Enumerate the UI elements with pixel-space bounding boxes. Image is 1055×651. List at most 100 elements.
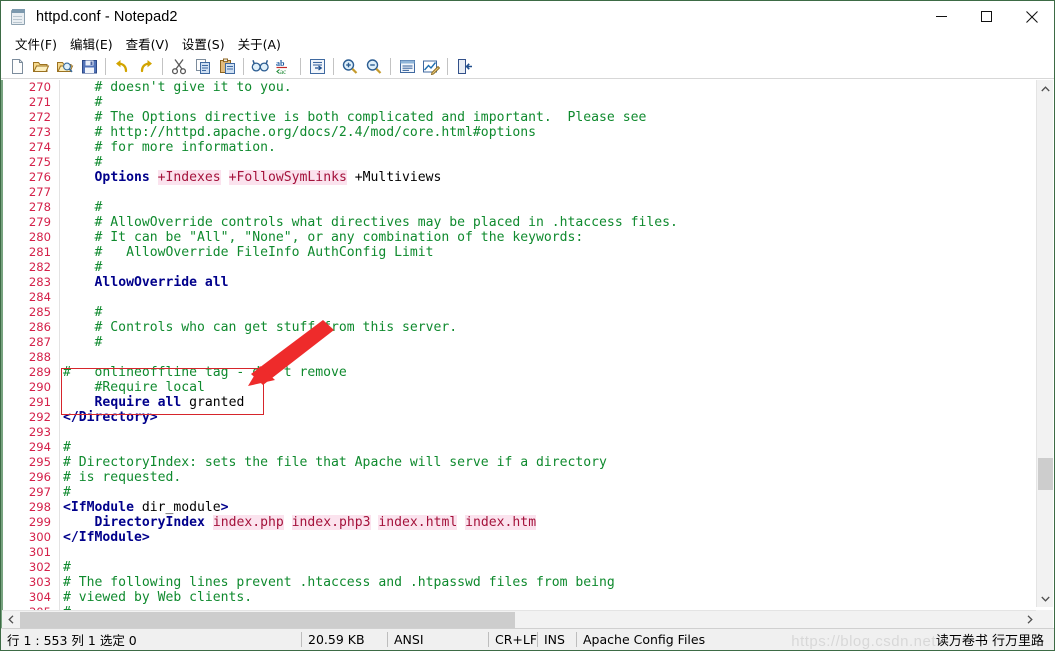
code-token: </IfModule> (63, 530, 150, 545)
menu-edit[interactable]: 编辑(E) (64, 32, 120, 55)
new-file-icon[interactable] (5, 55, 29, 78)
code-line-text[interactable]: # AllowOverride controls what directives… (53, 215, 678, 230)
toolbar-separator (300, 57, 301, 75)
code-line-text[interactable]: # is requested. (53, 470, 678, 485)
paste-icon[interactable] (215, 55, 239, 78)
status-bar: 行 1 : 553 列 1 选定 0 20.59 KB ANSI CR+LF I… (1, 628, 1054, 650)
block-indent-icon[interactable] (305, 55, 329, 78)
code-line-text[interactable]: # (53, 155, 678, 170)
line-number: 294 (28, 440, 51, 454)
zoom-out-icon[interactable] (362, 55, 386, 78)
code-line-text[interactable]: # (53, 560, 678, 575)
svg-text:ac: ac (280, 68, 286, 75)
line-number: 302 (28, 560, 51, 574)
code-line-text[interactable]: # The following lines prevent .htaccess … (53, 575, 678, 590)
code-line-text[interactable]: # The Options directive is both complica… (53, 110, 678, 125)
code-line-text[interactable]: </IfModule> (53, 530, 678, 545)
code-token: # The following lines prevent .htaccess … (63, 575, 615, 590)
code-line-text[interactable]: AllowOverride all (53, 275, 678, 290)
code-line-text[interactable]: </Directory> (53, 410, 678, 425)
code-line: 291 Require all granted (1, 395, 678, 410)
code-line-text[interactable]: # http://httpd.apache.org/docs/2.4/mod/c… (53, 125, 678, 140)
code-line-text[interactable]: # (53, 305, 678, 320)
exit-icon[interactable] (452, 55, 476, 78)
code-line-text[interactable]: Options +Indexes +FollowSymLinks +Multiv… (53, 170, 678, 185)
close-button[interactable] (1009, 1, 1054, 32)
code-line-text[interactable]: # onlineoffline tag - don't remove (53, 365, 678, 380)
scroll-left-icon[interactable] (2, 611, 19, 628)
code-line-text[interactable]: # (53, 95, 678, 110)
status-line-ending[interactable]: CR+LF (489, 629, 537, 651)
line-number: 274 (28, 140, 51, 154)
code-token: index.html (378, 515, 458, 530)
code-line-text[interactable]: # (53, 335, 678, 350)
code-line: 284 (1, 290, 678, 305)
status-encoding[interactable]: ANSI (388, 629, 488, 651)
code-token: </Directory> (63, 410, 158, 425)
code-line-text[interactable]: Require all granted (53, 395, 678, 410)
code-line: 302 # (1, 560, 678, 575)
code-line: 277 (1, 185, 678, 200)
code-line-text[interactable]: # (53, 485, 678, 500)
vertical-scrollbar[interactable] (1036, 80, 1053, 607)
scroll-down-icon[interactable] (1037, 590, 1054, 607)
open-file-icon[interactable] (29, 55, 53, 78)
menu-settings[interactable]: 设置(S) (176, 32, 232, 55)
code-line-text[interactable]: #Require local (53, 380, 678, 395)
code-line-text[interactable]: # viewed by Web clients. (53, 590, 678, 605)
code-line-text[interactable]: # AllowOverride FileInfo AuthConfig Limi… (53, 245, 678, 260)
code-line-text[interactable]: # doesn't give it to you. (53, 80, 678, 95)
code-line-text[interactable]: # for more information. (53, 140, 678, 155)
vertical-scrollbar-thumb[interactable] (1038, 458, 1053, 490)
word-wrap-icon[interactable] (395, 55, 419, 78)
code-line-text[interactable]: <IfModule dir_module> (53, 500, 678, 515)
horizontal-scrollbar[interactable] (2, 610, 1038, 628)
horizontal-scrollbar-thumb[interactable] (20, 612, 515, 628)
code-token: # It can be "All", "None", or any combin… (63, 230, 584, 245)
line-number: 270 (28, 80, 51, 94)
line-number: 280 (28, 230, 51, 244)
code-line-text[interactable]: # It can be "All", "None", or any combin… (53, 230, 678, 245)
code-line: 282 # (1, 260, 678, 275)
undo-icon[interactable] (110, 55, 134, 78)
copy-icon[interactable] (191, 55, 215, 78)
browse-file-icon[interactable] (53, 55, 77, 78)
code-line: 299 DirectoryIndex index.php index.php3 … (1, 515, 678, 530)
code-token: # (63, 155, 103, 170)
line-number: 295 (28, 455, 51, 469)
scheme-icon[interactable] (419, 55, 443, 78)
code-token: # Controls who can get stuff from this s… (63, 320, 458, 335)
code-token: # (63, 95, 103, 110)
line-number: 276 (28, 170, 51, 184)
cut-icon[interactable] (167, 55, 191, 78)
code-line-text[interactable]: # (53, 200, 678, 215)
menu-view[interactable]: 查看(V) (120, 32, 176, 55)
maximize-button[interactable] (964, 1, 1009, 32)
redo-icon[interactable] (134, 55, 158, 78)
zoom-in-icon[interactable] (338, 55, 362, 78)
code-line-text[interactable]: # Controls who can get stuff from this s… (53, 320, 678, 335)
menu-file[interactable]: 文件(F) (9, 32, 64, 55)
toolbar-separator (243, 57, 244, 75)
minimize-button[interactable] (919, 1, 964, 32)
code-content[interactable]: 270 # doesn't give it to you. 271 #272 # … (1, 80, 678, 620)
status-scheme[interactable]: Apache Config Files (577, 629, 930, 651)
replace-icon[interactable]: ab ac (272, 55, 296, 78)
code-token: # (63, 335, 103, 350)
code-line-text[interactable]: # (53, 260, 678, 275)
code-line-text[interactable]: # DirectoryIndex: sets the file that Apa… (53, 455, 678, 470)
code-line-text[interactable]: # (53, 440, 678, 455)
code-line-text[interactable]: DirectoryIndex index.php index.php3 inde… (53, 515, 678, 530)
status-insert-mode[interactable]: INS (538, 629, 576, 651)
line-number: 303 (28, 575, 51, 589)
save-file-icon[interactable] (77, 55, 101, 78)
code-token: DirectoryIndex (94, 515, 205, 530)
scroll-up-icon[interactable] (1037, 80, 1054, 97)
find-icon[interactable] (248, 55, 272, 78)
text-editor-area[interactable]: 270 # doesn't give it to you. 271 #272 # … (1, 80, 1054, 628)
menu-about[interactable]: 关于(A) (232, 32, 288, 55)
code-token: AllowOverride all (94, 275, 229, 290)
